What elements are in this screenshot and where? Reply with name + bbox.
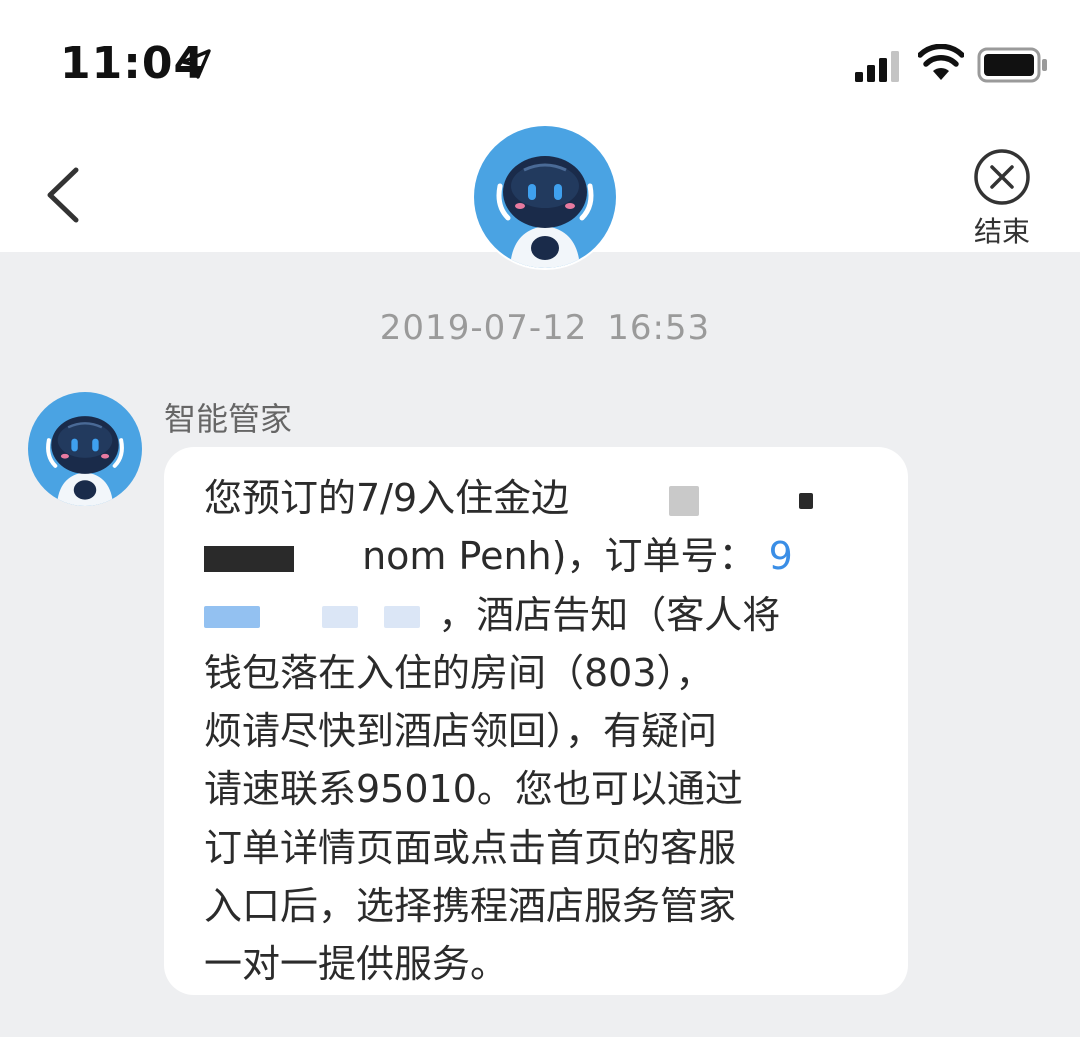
message-line: nom Penh)，订单号： 9 — [204, 527, 876, 585]
message-line: 钱包落在入住的房间（803）， — [204, 650, 714, 695]
message-line: 您预订的7/9入住金边 — [204, 469, 876, 527]
message-bubble[interactable]: 您预订的7/9入住金边 nom Penh)，订单号： 9 ，酒店告知（客人将 钱… — [164, 447, 908, 995]
message-text: 您预订的7/9入住金边 — [204, 476, 570, 520]
redacted-region — [384, 606, 421, 629]
message-line: ，酒店告知（客人将 — [204, 586, 876, 644]
order-number-link[interactable]: 9 — [769, 534, 793, 578]
message-line: 订单详情页面或点击首页的客服 — [204, 825, 737, 870]
message-text: nom Penh)，订单号： — [362, 534, 757, 579]
cellular-signal-icon — [855, 51, 899, 82]
message-text: ，酒店告知（客人将 — [438, 592, 781, 637]
redacted-region — [669, 485, 700, 516]
message-line: 入口后，选择携程酒店服务管家 — [204, 884, 737, 929]
battery-icon — [977, 47, 1047, 83]
robot-icon — [474, 126, 616, 268]
status-bar: 11:04 — [0, 0, 1080, 130]
sender-name: 智能管家 — [164, 400, 293, 438]
redacted-region — [204, 545, 294, 572]
redacted-region — [799, 492, 814, 509]
location-arrow-icon — [181, 49, 211, 79]
close-circle-icon — [974, 149, 1030, 205]
message-line: 请速联系95010。您也可以通过 — [204, 767, 743, 812]
back-button[interactable]: chevron-left-icon — [36, 160, 92, 230]
message-line: 一对一提供服务。 — [204, 942, 509, 987]
robot-avatar — [28, 392, 142, 506]
chat-header: chevron-left-icon — [0, 124, 1080, 270]
end-chat-button[interactable]: 结束 — [960, 144, 1044, 248]
redacted-region — [322, 606, 359, 629]
end-chat-label: 结束 — [973, 215, 1030, 248]
redacted-region — [204, 606, 260, 629]
message-line: 烦请尽快到酒店领回），有疑问 — [204, 709, 718, 754]
wifi-icon — [918, 44, 964, 80]
message-timestamp: 2019-07-12 16:53 — [379, 308, 711, 348]
chat-area[interactable]: 2019-07-12 16:53 智能管家 您预订的7/9入住金边 nom Pe… — [0, 252, 1080, 1037]
header-robot-avatar — [472, 124, 618, 270]
